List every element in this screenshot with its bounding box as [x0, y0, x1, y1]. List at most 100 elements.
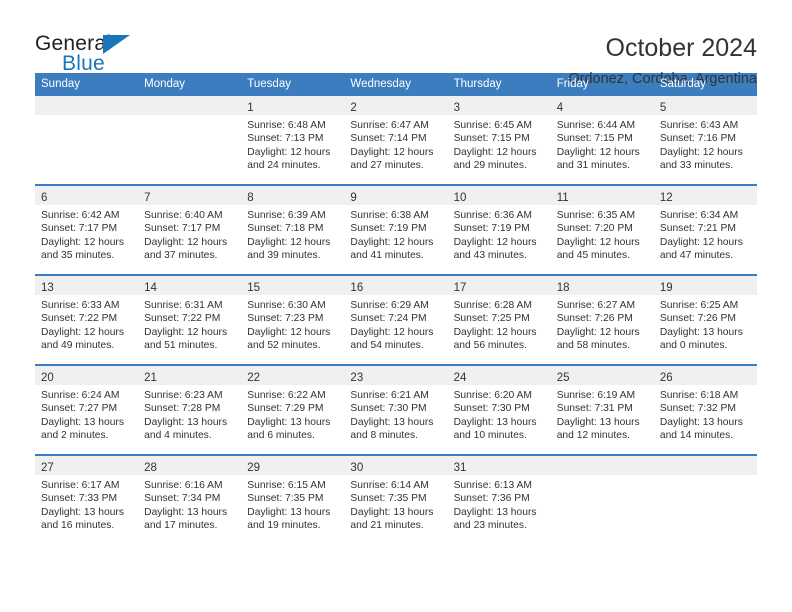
daylight-text-line1: Daylight: 13 hours	[350, 416, 434, 428]
day-cell[interactable]: 1 Sunrise: 6:48 AM Sunset: 7:13 PM Daylight…	[241, 96, 345, 184]
day-details: Sunrise: 6:16 AM Sunset: 7:34 PM Daylight:…	[138, 475, 241, 544]
month-calendar: Sunday Monday Tuesday Wednesday Thursday…	[35, 73, 757, 544]
sunrise-text: Sunrise: 6:42 AM	[41, 210, 120, 221]
day-cell[interactable]: 8 Sunrise: 6:39 AM Sunset: 7:18 PM Daylight…	[241, 186, 345, 274]
day-cell[interactable]: 25 Sunrise: 6:19 AM Sunset: 7:31 PM Dayligh…	[550, 366, 654, 454]
day-cell[interactable]: 29 Sunrise: 6:15 AM Sunset: 7:35 PM Dayligh…	[241, 456, 345, 544]
day-number: 13	[41, 282, 54, 294]
day-number-band: 5	[653, 96, 757, 115]
day-details: Sunrise: 6:45 AM Sunset: 7:15 PM Daylight:…	[448, 115, 551, 184]
day-cell[interactable]: 28 Sunrise: 6:16 AM Sunset: 7:34 PM Dayligh…	[138, 456, 242, 544]
day-cell[interactable]: 27 Sunrise: 6:17 AM Sunset: 7:33 PM Dayligh…	[35, 456, 139, 544]
day-cell[interactable]: 26 Sunrise: 6:18 AM Sunset: 7:32 PM Dayligh…	[653, 366, 757, 454]
daylight-text-line1: Daylight: 12 hours	[41, 236, 124, 248]
day-cell[interactable]: 17 Sunrise: 6:28 AM Sunset: 7:25 PM Dayligh…	[447, 276, 551, 364]
day-details: Sunrise: 6:13 AM Sunset: 7:36 PM Daylight:…	[448, 475, 551, 544]
day-cell[interactable]: 15 Sunrise: 6:30 AM Sunset: 7:23 PM Dayligh…	[241, 276, 345, 364]
day-cell[interactable]: 5 Sunrise: 6:43 AM Sunset: 7:16 PM Daylight…	[653, 96, 757, 184]
day-number: 8	[247, 192, 254, 204]
day-cell[interactable]: 6 Sunrise: 6:42 AM Sunset: 7:17 PM Daylight…	[35, 186, 139, 274]
day-cell[interactable]: 23 Sunrise: 6:21 AM Sunset: 7:30 PM Dayligh…	[344, 366, 448, 454]
sunrise-text: Sunrise: 6:44 AM	[556, 120, 636, 131]
daylight-text-line1: Daylight: 12 hours	[453, 236, 537, 248]
sunset-text: Sunset: 7:30 PM	[453, 403, 530, 415]
day-cell[interactable]: 16 Sunrise: 6:29 AM Sunset: 7:24 PM Dayligh…	[344, 276, 448, 364]
sunrise-text: Sunrise: 6:34 AM	[659, 210, 739, 221]
day-details: Sunrise: 6:21 AM Sunset: 7:30 PM Daylight:…	[344, 385, 447, 454]
daylight-text-line1: Daylight: 12 hours	[350, 326, 434, 338]
day-cell[interactable]: 2 Sunrise: 6:47 AM Sunset: 7:14 PM Daylight…	[344, 96, 448, 184]
day-cell[interactable]: 14 Sunrise: 6:31 AM Sunset: 7:22 PM Dayligh…	[138, 276, 242, 364]
day-details: Sunrise: 6:19 AM Sunset: 7:31 PM Daylight:…	[551, 385, 654, 454]
sunrise-text: Sunrise: 6:25 AM	[659, 300, 739, 311]
daylight-text-line1: Daylight: 12 hours	[556, 236, 640, 248]
weekday-saturday: Saturday	[659, 78, 706, 90]
day-number: 6	[41, 192, 48, 204]
sunset-text: Sunset: 7:22 PM	[144, 313, 221, 325]
day-cell[interactable]: 4 Sunrise: 6:44 AM Sunset: 7:15 PM Daylight…	[550, 96, 654, 184]
day-cell[interactable]: 24 Sunrise: 6:20 AM Sunset: 7:30 PM Dayligh…	[447, 366, 551, 454]
day-number-band: 18	[550, 276, 654, 295]
sunrise-text: Sunrise: 6:29 AM	[350, 300, 429, 311]
day-cell-empty	[550, 456, 654, 544]
sunset-text: Sunset: 7:24 PM	[350, 313, 427, 325]
daylight-text-line1: Daylight: 12 hours	[41, 326, 124, 338]
day-number-band: 21	[138, 366, 242, 385]
sunset-text: Sunset: 7:27 PM	[41, 403, 118, 415]
daylight-text-line2: and 0 minutes.	[659, 340, 728, 352]
sunrise-text: Sunrise: 6:23 AM	[144, 390, 223, 401]
day-cell[interactable]: 12 Sunrise: 6:34 AM Sunset: 7:21 PM Dayligh…	[653, 186, 757, 274]
sunrise-text: Sunrise: 6:48 AM	[247, 120, 326, 131]
daylight-text-line2: and 8 minutes.	[350, 430, 418, 442]
day-cell[interactable]: 19 Sunrise: 6:25 AM Sunset: 7:26 PM Dayligh…	[653, 276, 757, 364]
sunrise-text: Sunrise: 6:24 AM	[41, 390, 120, 401]
day-number-band: 23	[344, 366, 448, 385]
sunrise-text: Sunrise: 6:30 AM	[247, 300, 326, 311]
day-cell[interactable]: 11 Sunrise: 6:35 AM Sunset: 7:20 PM Dayligh…	[550, 186, 654, 274]
daylight-text-line1: Daylight: 13 hours	[247, 416, 331, 428]
sunset-text: Sunset: 7:33 PM	[41, 493, 118, 505]
day-cell[interactable]: 3 Sunrise: 6:45 AM Sunset: 7:15 PM Daylight…	[447, 96, 551, 184]
day-number-band: 13	[35, 276, 139, 295]
daylight-text-line1: Daylight: 12 hours	[247, 236, 331, 248]
calendar-page: General Blue October 2024 Ordonez, Cordo…	[0, 0, 792, 612]
day-cell[interactable]: 31 Sunrise: 6:13 AM Sunset: 7:36 PM Dayligh…	[447, 456, 551, 544]
day-details: Sunrise: 6:15 AM Sunset: 7:35 PM Daylight:…	[241, 475, 344, 544]
day-number: 12	[659, 192, 673, 204]
day-number: 7	[144, 192, 151, 204]
sunrise-text: Sunrise: 6:22 AM	[247, 390, 326, 401]
daylight-text-line1: Daylight: 12 hours	[350, 146, 434, 158]
daylight-text-line2: and 52 minutes.	[247, 340, 321, 352]
day-cell[interactable]: 21 Sunrise: 6:23 AM Sunset: 7:28 PM Dayligh…	[138, 366, 242, 454]
sunrise-text: Sunrise: 6:13 AM	[453, 480, 532, 491]
day-cell[interactable]: 18 Sunrise: 6:27 AM Sunset: 7:26 PM Dayligh…	[550, 276, 654, 364]
sunset-text: Sunset: 7:35 PM	[350, 493, 427, 505]
day-cell[interactable]: 13 Sunrise: 6:33 AM Sunset: 7:22 PM Dayligh…	[35, 276, 139, 364]
day-details: Sunrise: 6:23 AM Sunset: 7:28 PM Daylight:…	[138, 385, 241, 454]
day-cell[interactable]: 7 Sunrise: 6:40 AM Sunset: 7:17 PM Daylight…	[138, 186, 242, 274]
daylight-text-line2: and 19 minutes.	[247, 520, 321, 532]
daylight-text-line1: Daylight: 12 hours	[453, 326, 537, 338]
daylight-text-line1: Daylight: 12 hours	[659, 236, 743, 248]
day-number-band: 12	[653, 186, 757, 205]
sunset-text: Sunset: 7:16 PM	[659, 133, 736, 145]
day-cell[interactable]: 20 Sunrise: 6:24 AM Sunset: 7:27 PM Dayligh…	[35, 366, 139, 454]
daylight-text-line2: and 14 minutes.	[659, 430, 734, 442]
daylight-text-line2: and 27 minutes.	[350, 160, 424, 172]
weekday-friday: Friday	[556, 78, 589, 90]
day-number: 4	[556, 102, 564, 114]
general-blue-logo[interactable]: General Blue	[35, 30, 155, 82]
daylight-text-line1: Daylight: 13 hours	[144, 506, 228, 518]
day-cell[interactable]: 22 Sunrise: 6:22 AM Sunset: 7:29 PM Dayligh…	[241, 366, 345, 454]
day-details	[35, 115, 138, 184]
daylight-text-line2: and 23 minutes.	[453, 520, 527, 532]
day-number: 10	[453, 192, 467, 204]
day-number: 11	[556, 192, 569, 204]
day-cell[interactable]: 10 Sunrise: 6:36 AM Sunset: 7:19 PM Dayligh…	[447, 186, 551, 274]
day-number-band: 26	[653, 366, 757, 385]
day-details: Sunrise: 6:33 AM Sunset: 7:22 PM Daylight:…	[35, 295, 138, 364]
daylight-text-line1: Daylight: 12 hours	[556, 326, 640, 338]
day-cell[interactable]: 9 Sunrise: 6:38 AM Sunset: 7:19 PM Daylight…	[344, 186, 448, 274]
day-number-band: 31	[447, 456, 551, 475]
day-cell[interactable]: 30 Sunrise: 6:14 AM Sunset: 7:35 PM Dayligh…	[344, 456, 448, 544]
